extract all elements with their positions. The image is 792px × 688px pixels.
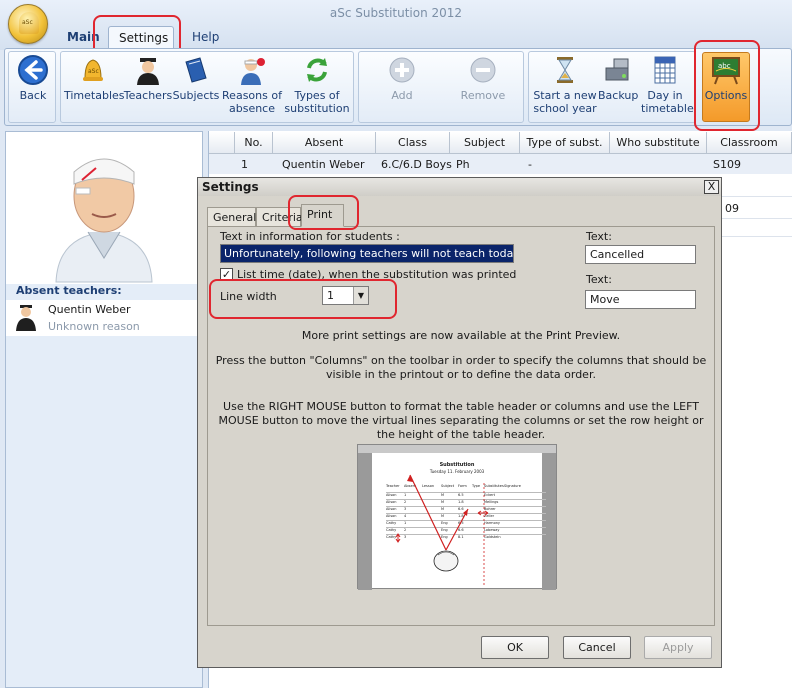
table-row bbox=[722, 219, 792, 237]
text-info-value: Unfortunately, following teachers will n… bbox=[221, 245, 513, 262]
teacher-icon bbox=[132, 54, 164, 86]
grid-header-who[interactable]: Who substitute bbox=[610, 132, 707, 154]
note-columns: Press the button "Columns" on the toolba… bbox=[215, 354, 707, 381]
new-year-label-2: school year bbox=[533, 102, 597, 115]
subjects-label: Subjects bbox=[172, 89, 220, 102]
remove-label: Remove bbox=[460, 89, 506, 102]
backup-label: Backup bbox=[598, 89, 639, 102]
hourglass-icon bbox=[549, 54, 581, 86]
cell-no: 1 bbox=[241, 158, 248, 171]
calendar-grid-icon bbox=[649, 54, 681, 86]
reasons-label-2: absence bbox=[228, 102, 275, 115]
swap-arrows-icon bbox=[301, 54, 333, 86]
grid-header-absent[interactable]: Absent bbox=[273, 132, 376, 154]
svg-text:aSc: aSc bbox=[88, 68, 99, 75]
subjects-button[interactable]: Subjects bbox=[172, 54, 220, 102]
apply-button[interactable]: Apply bbox=[644, 636, 712, 659]
timetables-button[interactable]: aSc Timetables bbox=[64, 54, 125, 102]
text2-label: Text: bbox=[586, 273, 612, 286]
cell-absent: Quentin Weber bbox=[282, 158, 365, 171]
day-in-timetable-button[interactable]: Day in timetable bbox=[641, 54, 694, 115]
minus-icon bbox=[467, 54, 499, 86]
grid-header-subject[interactable]: Subject bbox=[450, 132, 520, 154]
types-label-1: Types of bbox=[294, 89, 340, 102]
print-preview-image: Substitution Tuesday 11. February 2003 T… bbox=[357, 444, 557, 590]
teacher-portrait-area bbox=[6, 132, 202, 284]
absent-teacher-reason: Unknown reason bbox=[48, 320, 140, 333]
teachers-button[interactable]: Teachers bbox=[123, 54, 173, 102]
grid-header-spacer bbox=[209, 132, 235, 154]
tab-help[interactable]: Help bbox=[182, 26, 229, 48]
cell-type: - bbox=[528, 158, 532, 171]
highlight-line-width bbox=[209, 279, 397, 319]
ok-button[interactable]: OK bbox=[481, 636, 549, 659]
injured-person-icon bbox=[236, 54, 268, 86]
highlight-print-tab bbox=[288, 195, 359, 230]
grid-header-type[interactable]: Type of subst. bbox=[520, 132, 610, 154]
remove-button[interactable]: Remove bbox=[458, 54, 508, 102]
injured-teacher-icon bbox=[55, 158, 153, 283]
backup-drive-icon bbox=[602, 54, 634, 86]
tab-general[interactable]: General bbox=[207, 207, 256, 227]
cell-who bbox=[613, 155, 619, 175]
types-label-2: substitution bbox=[284, 102, 350, 115]
grid-header-no[interactable]: No. bbox=[235, 132, 273, 154]
cancel-button[interactable]: Cancel bbox=[563, 636, 631, 659]
bell-icon: aSc bbox=[19, 12, 39, 34]
back-label: Back bbox=[19, 89, 47, 102]
reasons-button[interactable]: Reasons of absence bbox=[222, 54, 282, 115]
back-button[interactable]: Back bbox=[12, 54, 54, 102]
text1-label: Text: bbox=[586, 230, 612, 243]
reasons-label-1: Reasons of bbox=[222, 89, 282, 102]
text-info-input[interactable]: Unfortunately, following teachers will n… bbox=[220, 244, 514, 263]
teachers-label: Teachers bbox=[123, 89, 173, 102]
types-button[interactable]: Types of substitution bbox=[284, 54, 350, 115]
teacher-icon bbox=[14, 303, 38, 334]
grid-header-class[interactable]: Class bbox=[376, 132, 450, 154]
bell-icon: aSc bbox=[77, 54, 109, 86]
cell-classroom-partial: 09 bbox=[725, 202, 739, 215]
text2-input[interactable]: Move bbox=[585, 290, 696, 309]
plus-icon bbox=[386, 54, 418, 86]
back-arrow-icon bbox=[17, 54, 49, 86]
day-label-2: timetable bbox=[641, 102, 694, 115]
logo-text: aSc bbox=[22, 19, 33, 26]
text-info-label: Text in information for students : bbox=[220, 230, 400, 243]
dialog-title: Settings bbox=[198, 178, 721, 196]
dialog-close-button[interactable]: X bbox=[704, 180, 719, 194]
note-mouse: Use the RIGHT MOUSE button to format the… bbox=[218, 400, 704, 441]
add-label: Add bbox=[391, 89, 413, 102]
grid-header-classroom[interactable]: Classroom bbox=[707, 132, 792, 154]
book-icon bbox=[180, 54, 212, 86]
day-label-1: Day in bbox=[647, 89, 683, 102]
cell-classroom: S109 bbox=[713, 158, 741, 171]
absent-teacher-name: Quentin Weber bbox=[48, 303, 131, 316]
app-menu-orb[interactable]: aSc bbox=[8, 4, 48, 44]
add-button[interactable]: Add bbox=[382, 54, 422, 102]
backup-button[interactable]: Backup bbox=[598, 54, 638, 102]
timetables-label: Timetables bbox=[64, 89, 125, 102]
new-year-label-1: Start a new bbox=[533, 89, 597, 102]
table-row bbox=[722, 175, 792, 197]
cell-subject: Ph bbox=[456, 158, 470, 171]
cell-class: 6.C/6.D Boys bbox=[381, 158, 452, 171]
preview-annotations bbox=[395, 474, 489, 587]
new-school-year-button[interactable]: Start a new school year bbox=[532, 54, 598, 115]
note-print-preview: More print settings are now available at… bbox=[301, 329, 621, 342]
text1-input[interactable]: Cancelled bbox=[585, 245, 696, 264]
highlight-options-button bbox=[694, 40, 760, 131]
absent-teachers-heading: Absent teachers: bbox=[16, 284, 122, 297]
